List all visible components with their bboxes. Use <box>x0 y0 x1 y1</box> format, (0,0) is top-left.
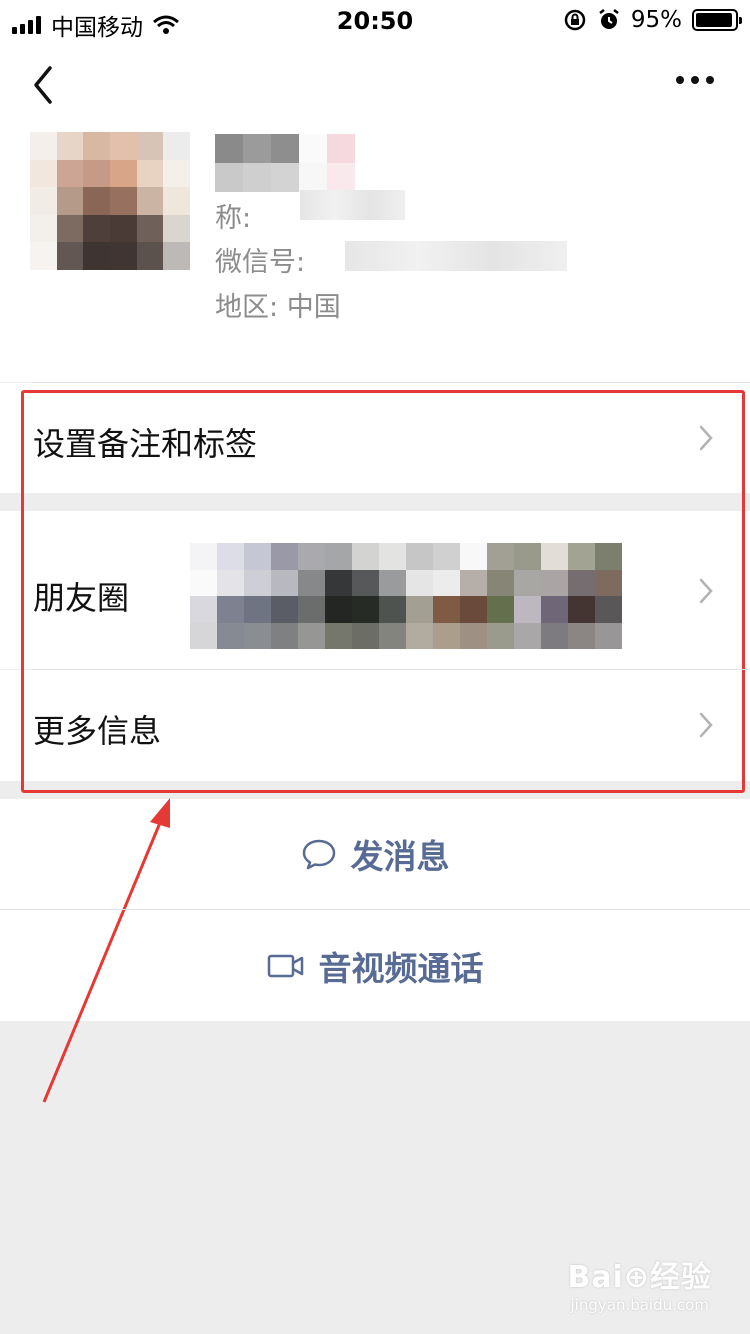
avatar[interactable] <box>30 132 190 270</box>
more-dots-icon[interactable] <box>676 76 714 84</box>
battery-icon <box>692 9 742 31</box>
nickname-value-blurred <box>300 190 405 220</box>
baidu-jingyan-watermark: Bai⊕经验 jingyan.baidu.com <box>567 1252 712 1314</box>
send-message-label: 发消息 <box>350 837 450 876</box>
watermark-brand: Bai⊕经验 <box>567 1260 712 1295</box>
nickname-blurred <box>215 134 355 192</box>
watermark-url: jingyan.baidu.com <box>570 1296 709 1314</box>
nickname-label: 称: <box>215 203 252 234</box>
rotation-lock-icon <box>564 9 586 31</box>
region-value: 中国 <box>286 292 341 323</box>
alarm-icon <box>599 9 619 29</box>
divider <box>32 669 750 670</box>
profile-header: 称: 微信号: 地区: 中国 <box>0 128 750 382</box>
status-right: 95% <box>563 7 742 33</box>
region-text: 地区: 中国 <box>215 285 341 324</box>
send-message-button[interactable]: 发消息 <box>0 799 750 909</box>
battery-percent: 95% <box>630 7 682 33</box>
video-call-button[interactable]: 音视频通话 <box>0 910 750 1021</box>
wechat-id-label: 微信号: <box>215 247 306 278</box>
divider <box>0 909 750 910</box>
region-label: 地区: <box>215 292 279 323</box>
video-camera-icon <box>267 954 303 977</box>
status-bar: 中国移动 20:50 95% <box>0 0 750 42</box>
video-call-label: 音视频通话 <box>318 948 484 988</box>
wechat-id-blurred <box>345 241 567 271</box>
chat-bubble-icon <box>302 839 335 870</box>
back-chevron-icon[interactable] <box>28 62 60 108</box>
nav-bar <box>0 42 750 128</box>
highlight-box <box>21 390 745 793</box>
